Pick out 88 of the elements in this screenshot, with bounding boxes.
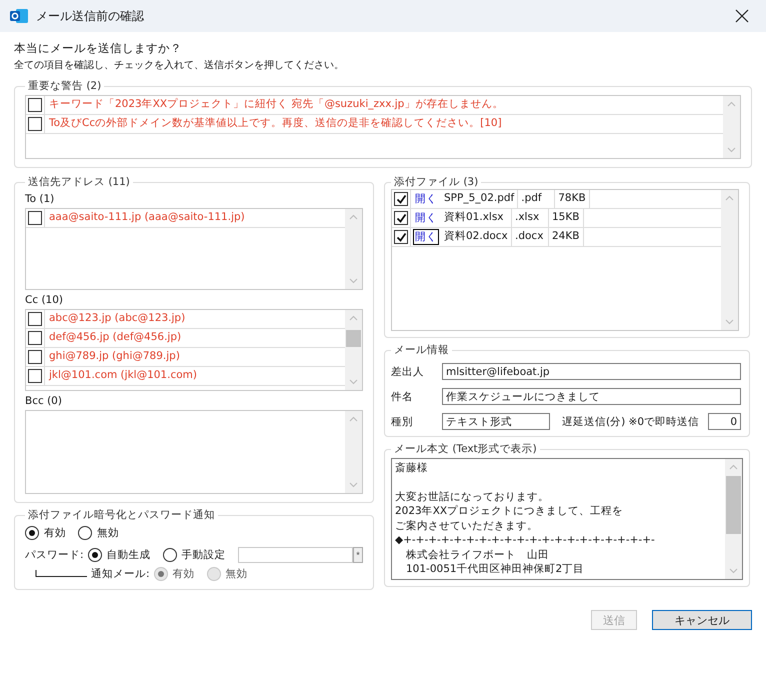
open-link[interactable]: 開く	[413, 191, 439, 207]
warning-text: To及びCcの外部ドメイン数が基準値以上です。再度、送信の是非を確認してください。[10]	[48, 116, 502, 131]
open-link[interactable]: 開く	[413, 229, 439, 245]
address-text[interactable]: abc@123.jp (abc@123.jp)	[45, 310, 186, 328]
radio-button[interactable]: 手動設定	[162, 548, 226, 562]
checkbox[interactable]	[28, 98, 42, 112]
mail-body-line: 斎藤様	[395, 461, 428, 476]
group-legend: 重要な警告 (2)	[25, 80, 104, 93]
checkbox[interactable]	[394, 192, 408, 206]
delay-field[interactable]: 0	[708, 413, 741, 430]
recipient-type-label: Cc (10)	[25, 294, 64, 307]
open-link[interactable]: 開く	[413, 210, 439, 226]
scroll-down-icon[interactable]	[729, 566, 738, 575]
group-legend: 添付ファイル (3)	[391, 176, 482, 189]
type-field[interactable]: テキスト形式	[442, 413, 550, 430]
scrollbar[interactable]	[725, 459, 742, 579]
mail-body-box[interactable]: 斎藤様 大変お世話になっております。 2023年XXプロジェクトにつきまして、工程を ご案内させていただきます。 ◆+-+-+-+-+-+-+-+-+-+-+-+-+-+-+-+-+-+-+-+- 株式会社ライフボート 山田 101-0051千代田区神田神保町2丁目	[391, 458, 743, 580]
scroll-up-icon[interactable]	[349, 314, 358, 323]
checkbox[interactable]	[394, 230, 408, 244]
file-size: 15KB	[549, 209, 584, 227]
scrollbar[interactable]	[345, 411, 362, 493]
scrollbar[interactable]	[345, 209, 362, 289]
radio-button[interactable]: 自動生成	[88, 548, 151, 562]
warning-text: キーワード「2023年XXプロジェクト」に紐付く 宛先「@suzuki_zxx.jp」が存在しません。	[48, 97, 504, 112]
scroll-up-icon[interactable]	[725, 194, 734, 203]
address-text[interactable]: jkl@101.com (jkl@101.com)	[45, 367, 197, 385]
app-logo-icon	[10, 8, 28, 24]
address-text[interactable]: ghi@789.jp (ghi@789.jp)	[45, 348, 180, 366]
file-name: 資料01.xlsx	[441, 209, 512, 227]
checkbox[interactable]	[28, 331, 42, 345]
file-extension: .pdf	[518, 190, 556, 208]
radio-button[interactable]: 有効	[25, 526, 66, 540]
scroll-down-icon[interactable]	[725, 317, 734, 326]
connector-line	[35, 570, 87, 578]
recipient-type-label: Bcc (0)	[25, 395, 63, 408]
scroll-down-icon[interactable]	[349, 377, 358, 386]
password-label: パスワード:	[25, 548, 84, 562]
group-legend: 添付ファイル暗号化とパスワード通知	[25, 509, 218, 522]
type-label: 種別	[391, 414, 414, 428]
mail-body-line: 株式会社ライフボート 山田	[405, 548, 549, 562]
checkbox[interactable]	[28, 211, 42, 225]
subject-field[interactable]: 作業スケジュールにつきまして	[442, 388, 741, 405]
file-name: SPP_5_02.pdf	[441, 190, 518, 208]
mail-body-line: ◆+-+-+-+-+-+-+-+-+-+-+-+-+-+-+-+-+-+-+-+-	[395, 533, 655, 548]
scroll-thumb[interactable]	[726, 476, 741, 534]
address-text[interactable]: aaa@saito-111.jp (aaa@saito-111.jp)	[45, 209, 245, 227]
window-title: メール送信前の確認	[36, 8, 145, 24]
mail-body-line: 101-0051千代田区神田神保町2丁目	[405, 562, 584, 576]
group-legend: メール情報	[391, 344, 452, 357]
scroll-up-icon[interactable]	[349, 415, 358, 424]
file-extension: .xlsx	[512, 209, 549, 227]
sender-field[interactable]: mlsitter@lifeboat.jp	[442, 363, 741, 380]
scrollbar[interactable]	[723, 96, 740, 158]
scroll-down-icon[interactable]	[727, 145, 736, 154]
file-size: 24KB	[549, 228, 584, 246]
instruction-text: 全ての項目を確認し、チェックを入れて、送信ボタンを押してください。	[14, 58, 345, 73]
scroll-up-icon[interactable]	[727, 100, 736, 109]
scroll-up-icon[interactable]	[729, 463, 738, 472]
mail-body-line: ご案内させていただきます。	[395, 518, 538, 533]
address-text[interactable]: def@456.jp (def@456.jp)	[45, 329, 182, 347]
sender-label: 差出人	[391, 364, 425, 378]
notify-label: 通知メール:	[91, 567, 150, 581]
dialog-button[interactable]: キャンセル	[652, 610, 752, 630]
scrollbar[interactable]	[721, 190, 738, 330]
recipient-type-label: To (1)	[25, 193, 56, 206]
scroll-down-icon[interactable]	[349, 480, 358, 489]
scroll-up-icon[interactable]	[349, 213, 358, 222]
file-name: 資料02.docx	[441, 228, 512, 246]
checkbox[interactable]	[28, 369, 42, 383]
confirm-question: 本当にメールを送信しますか？	[14, 40, 183, 57]
scroll-down-icon[interactable]	[349, 276, 358, 285]
mail-body-line: 2023年XXプロジェクトにつきまして、工程を	[395, 504, 624, 518]
password-field[interactable]	[238, 547, 353, 563]
scroll-thumb[interactable]	[346, 330, 361, 347]
group-legend: メール本文 (Text形式で表示)	[391, 443, 540, 456]
radio-button[interactable]: 無効	[78, 526, 119, 540]
checkbox[interactable]	[28, 117, 42, 131]
subject-label: 件名	[391, 390, 414, 404]
file-extension: .docx	[512, 228, 549, 246]
scrollbar[interactable]	[345, 310, 362, 390]
mask-button[interactable]: *	[353, 547, 363, 563]
checkbox[interactable]	[394, 211, 408, 225]
mail-body-line: 大変お世話になっております。	[395, 490, 549, 504]
checkbox[interactable]	[28, 312, 42, 326]
group-legend: 送信先アドレス (11)	[25, 176, 133, 189]
file-size: 78KB	[555, 190, 590, 208]
delay-label: 遅延送信(分) ※0で即時送信	[561, 414, 700, 428]
checkbox[interactable]	[28, 350, 42, 364]
